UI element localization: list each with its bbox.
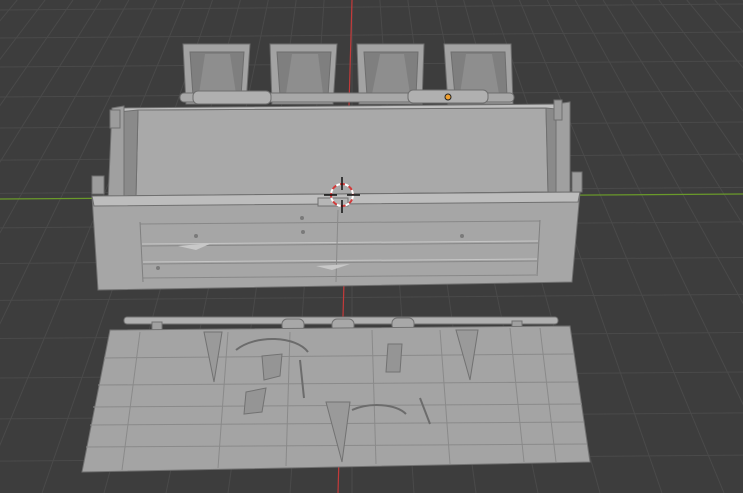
box-peg <box>91 175 105 195</box>
box-nail <box>301 230 305 234</box>
box-peg <box>571 171 583 193</box>
lid-relief-mark <box>385 343 403 373</box>
box-nail <box>194 234 198 238</box>
box-nail <box>460 234 464 238</box>
box-peg <box>109 109 121 129</box>
3d-viewport[interactable] <box>0 0 743 493</box>
box-nail <box>300 216 304 220</box>
box-nail <box>156 266 160 270</box>
viewport-canvas[interactable] <box>0 0 743 493</box>
origin-point-icon[interactable] <box>444 93 452 101</box>
lid-panel[interactable] <box>81 316 591 473</box>
lid-relief-mark <box>261 353 283 381</box>
box-peg <box>553 99 563 121</box>
lid-relief-mark <box>243 387 267 415</box>
hinge-knuckle <box>192 90 272 105</box>
lid-panel-surface <box>81 325 591 473</box>
